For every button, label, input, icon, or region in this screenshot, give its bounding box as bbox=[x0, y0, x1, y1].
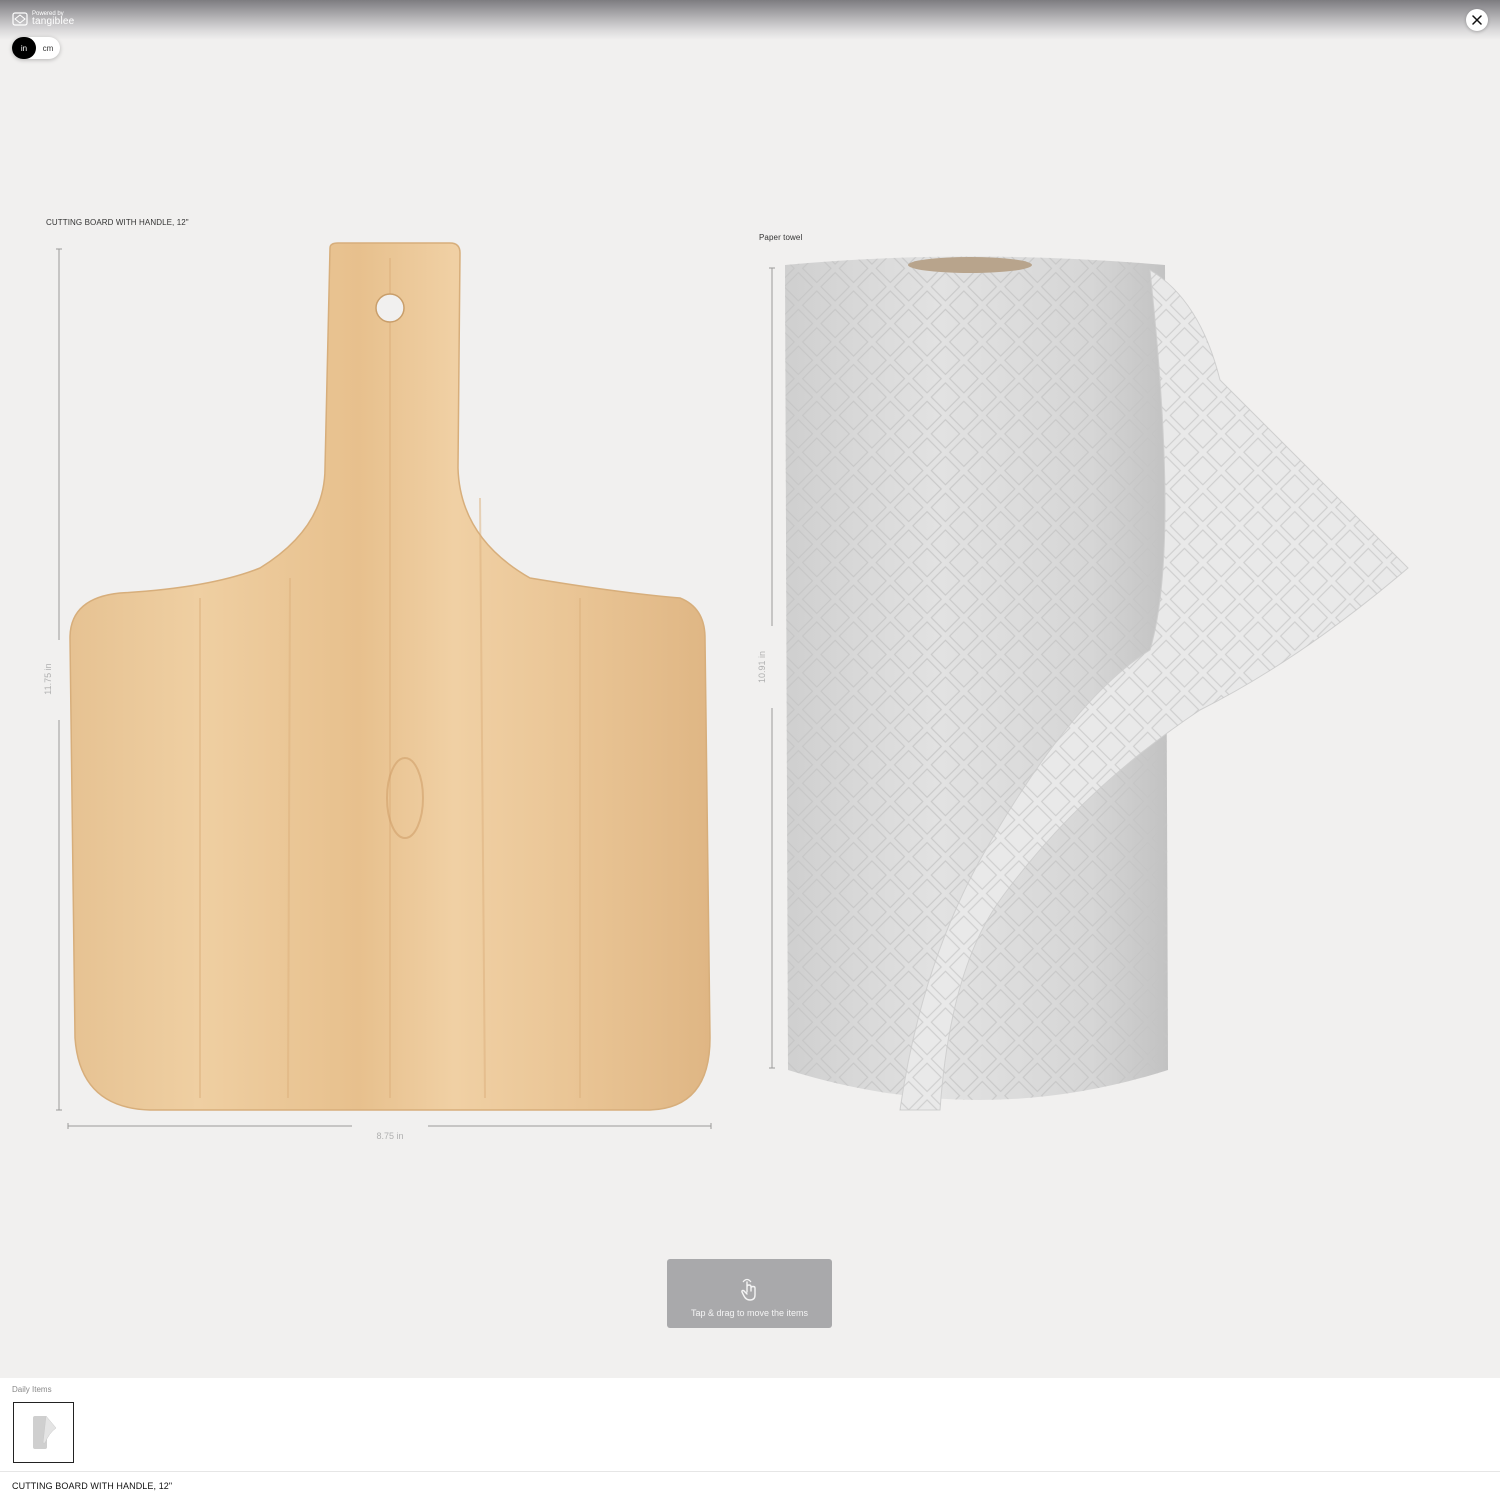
panel-divider bbox=[0, 1471, 1500, 1472]
cutting-board-width-dimension: 8.75 in bbox=[376, 1131, 404, 1141]
category-title: Daily Items bbox=[12, 1385, 52, 1394]
item-picker-panel: Daily Items CUTTING BOARD WITH HANDLE, 1… bbox=[0, 1378, 1500, 1493]
selected-item-name: CUTTING BOARD WITH HANDLE, 12" bbox=[12, 1481, 173, 1491]
paper-towel-thumbnail[interactable] bbox=[13, 1402, 74, 1463]
tap-drag-hand-icon bbox=[740, 1278, 756, 1301]
paper-towel-image[interactable] bbox=[780, 250, 1420, 1120]
drag-hint-text: Tap & drag to move the items bbox=[690, 1308, 809, 1318]
cutting-board-height-dimension: 11.75 in bbox=[43, 663, 53, 695]
drag-hint: Tap & drag to move the items bbox=[667, 1259, 832, 1328]
paper-towel-height-dimension: 10.91 in bbox=[757, 650, 767, 684]
paper-towel-label: Paper towel bbox=[759, 233, 803, 242]
cutting-board-image[interactable] bbox=[60, 238, 720, 1118]
paper-towel-thumbnail-icon bbox=[32, 1414, 56, 1449]
